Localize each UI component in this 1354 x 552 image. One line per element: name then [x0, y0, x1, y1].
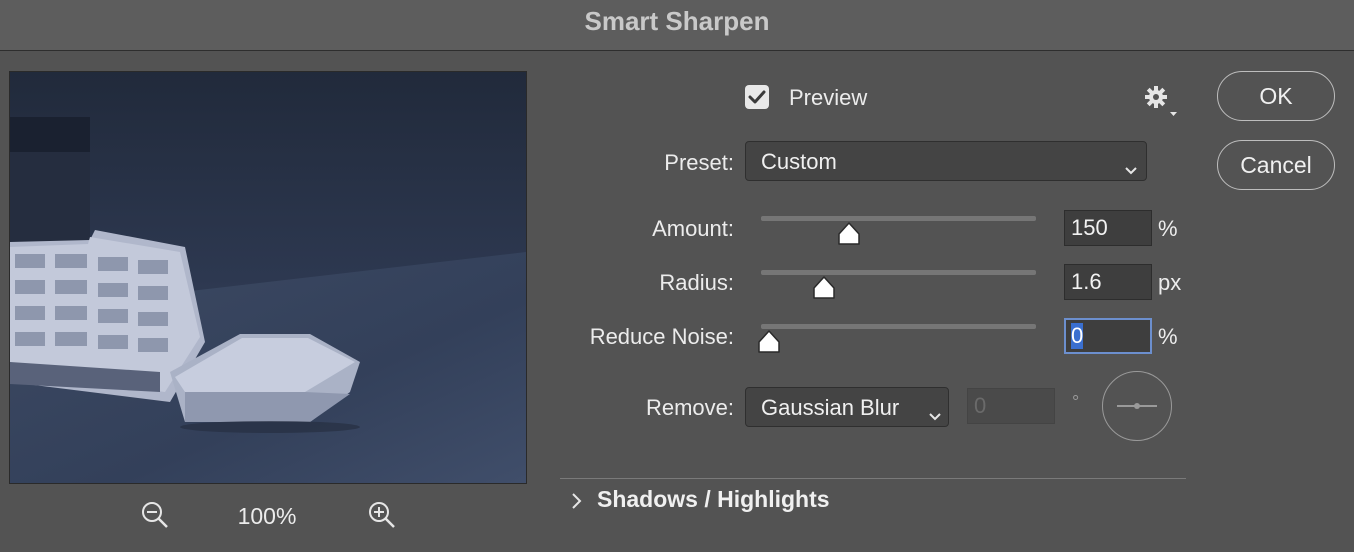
reduce-noise-slider-thumb[interactable] [757, 330, 781, 354]
chevron-right-icon[interactable] [570, 491, 582, 511]
shadows-highlights-toggle[interactable]: Shadows / Highlights [597, 486, 830, 513]
preview-label[interactable]: Preview [789, 85, 867, 111]
ok-button[interactable]: OK [1217, 71, 1335, 121]
preview-image[interactable] [9, 71, 527, 484]
dialog-title: Smart Sharpen [584, 6, 770, 36]
remove-value: Gaussian Blur [761, 395, 900, 420]
cancel-button[interactable]: Cancel [1217, 140, 1335, 190]
gear-icon[interactable] [1142, 84, 1180, 120]
checkmark-icon [748, 90, 766, 104]
reduce-noise-slider-track[interactable] [761, 324, 1036, 329]
zoom-in-icon[interactable] [367, 500, 397, 530]
amount-label: Amount: [652, 216, 734, 241]
amount-unit: % [1158, 216, 1178, 241]
chevron-down-icon [1124, 156, 1138, 182]
preview-checkbox[interactable] [745, 85, 769, 109]
preview-photo [10, 72, 526, 483]
zoom-level: 100% [237, 503, 297, 529]
radius-slider-track[interactable] [761, 270, 1036, 275]
section-divider [560, 478, 1186, 479]
angle-input [967, 388, 1055, 424]
angle-dial [1102, 371, 1172, 441]
angle-unit: ° [1072, 392, 1080, 412]
remove-dropdown[interactable]: Gaussian Blur [745, 387, 949, 427]
title-bar: Smart Sharpen [0, 0, 1354, 51]
radius-label: Radius: [659, 270, 734, 295]
amount-input[interactable] [1064, 210, 1152, 246]
radius-slider-thumb[interactable] [812, 276, 836, 300]
chevron-down-icon [928, 402, 942, 428]
reduce-noise-input[interactable] [1064, 318, 1152, 354]
preset-dropdown[interactable]: Custom [745, 141, 1147, 181]
reduce-noise-unit: % [1158, 324, 1178, 349]
radius-input[interactable] [1064, 264, 1152, 300]
preset-label: Preset: [664, 150, 734, 175]
reduce-noise-label: Reduce Noise: [589, 324, 734, 349]
angle-dial-center [1134, 403, 1140, 409]
amount-slider-thumb[interactable] [837, 222, 861, 246]
amount-slider-track[interactable] [761, 216, 1036, 221]
zoom-out-icon[interactable] [140, 500, 170, 530]
remove-label: Remove: [645, 395, 734, 420]
preset-value: Custom [761, 149, 837, 174]
radius-unit: px [1158, 270, 1182, 295]
